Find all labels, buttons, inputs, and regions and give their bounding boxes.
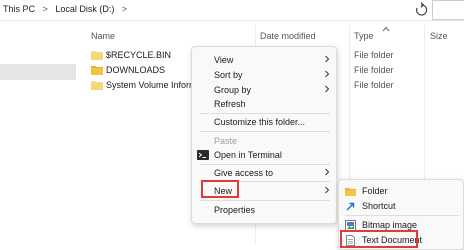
- menu-item-refresh[interactable]: Refresh: [192, 96, 336, 112]
- column-header-type[interactable]: Type: [354, 31, 374, 41]
- menu-item-open-in-terminal[interactable]: Open in Terminal: [192, 147, 336, 163]
- breadcrumb-local-disk[interactable]: Local Disk (D:): [55, 4, 114, 14]
- menu-separator: [345, 215, 459, 216]
- folder-icon: [91, 66, 103, 75]
- terminal-icon: [197, 150, 209, 160]
- submenu-item-shortcut[interactable]: Shortcut: [339, 199, 463, 214]
- address-bar[interactable]: This PC > Local Disk (D:) >: [0, 0, 464, 20]
- chevron-right-icon: [325, 168, 330, 176]
- search-box[interactable]: [432, 0, 464, 20]
- file-name: $RECYCLE.BIN: [106, 50, 172, 60]
- breadcrumb-this-pc[interactable]: This PC: [3, 4, 35, 14]
- highlight-new-box: [201, 180, 239, 198]
- column-header-name[interactable]: Name: [91, 31, 115, 41]
- breadcrumb-chevron-icon[interactable]: >: [122, 4, 127, 14]
- menu-item-customize-folder[interactable]: Customize this folder...: [192, 114, 336, 130]
- submenu-item-folder[interactable]: Folder: [339, 184, 463, 199]
- nav-pane-selected-item[interactable]: [0, 64, 76, 80]
- breadcrumb: This PC > Local Disk (D:) >: [3, 4, 132, 14]
- file-type: File folder: [354, 50, 394, 60]
- chevron-right-icon: [325, 70, 330, 78]
- file-type: File folder: [354, 80, 394, 90]
- file-type: File folder: [354, 65, 394, 75]
- highlight-text-document-box: [340, 230, 418, 248]
- menu-item-sort-by[interactable]: Sort by: [192, 67, 336, 83]
- system-folder-icon: [91, 51, 103, 60]
- chevron-right-icon: [325, 85, 330, 93]
- menu-item-give-access-to[interactable]: Give access to: [192, 165, 336, 181]
- shortcut-arrow-icon: [346, 202, 355, 211]
- system-folder-icon: [91, 81, 103, 90]
- address-divider: [0, 20, 464, 21]
- column-header-size[interactable]: Size: [430, 31, 448, 41]
- refresh-icon[interactable]: [412, 1, 430, 19]
- file-name: DOWNLOADS: [106, 65, 166, 75]
- menu-item-view[interactable]: View: [192, 52, 336, 68]
- chevron-right-icon: [325, 186, 330, 194]
- breadcrumb-chevron-icon[interactable]: >: [43, 4, 48, 14]
- menu-separator: [200, 131, 330, 132]
- menu-separator: [200, 200, 330, 201]
- chevron-right-icon: [325, 55, 330, 63]
- menu-item-properties[interactable]: Properties: [192, 202, 336, 218]
- sort-ascending-icon: [382, 26, 390, 32]
- column-header-date-modified[interactable]: Date modified: [260, 31, 316, 41]
- folder-icon: [345, 188, 356, 196]
